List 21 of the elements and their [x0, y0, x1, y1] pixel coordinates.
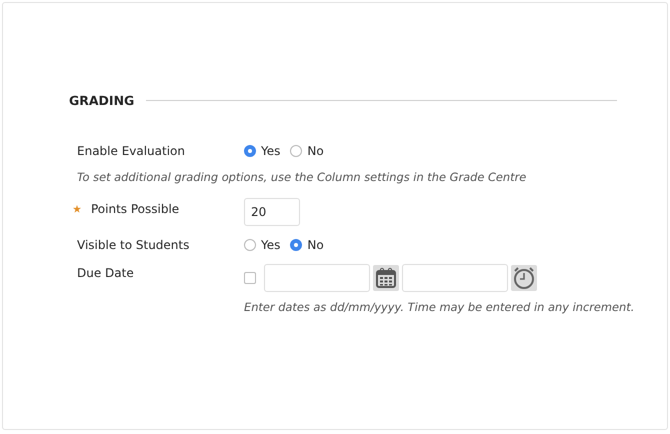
hint-text: Enter dates as dd/mm/yyyy. Time may be entered in any increment.	[244, 300, 634, 314]
field-label: Due Date	[77, 265, 135, 282]
points-input[interactable]: 20	[244, 198, 300, 226]
field-label: Points Possible	[91, 201, 180, 218]
checkbox[interactable]	[244, 272, 256, 284]
clock-icon[interactable]	[511, 265, 537, 291]
radio-button[interactable]	[244, 239, 256, 251]
field-label: Visible to Students	[77, 237, 190, 254]
calendar-icon[interactable]	[373, 265, 399, 291]
radio-button[interactable]	[290, 145, 302, 157]
option-label: Yes	[261, 238, 280, 252]
hint-text: To set additional grading options, use the Column settings in the Grade Centre	[77, 170, 528, 184]
radio-button[interactable]	[244, 145, 256, 157]
option-label: Yes	[261, 144, 280, 158]
option-label: No	[307, 238, 324, 252]
time-input[interactable]	[402, 264, 508, 292]
section-title: GRADING	[69, 93, 134, 108]
date-input[interactable]	[264, 264, 370, 292]
option-label: No	[307, 144, 324, 158]
radio-button[interactable]	[290, 239, 302, 251]
field-label: Enable Evaluation	[77, 143, 186, 160]
